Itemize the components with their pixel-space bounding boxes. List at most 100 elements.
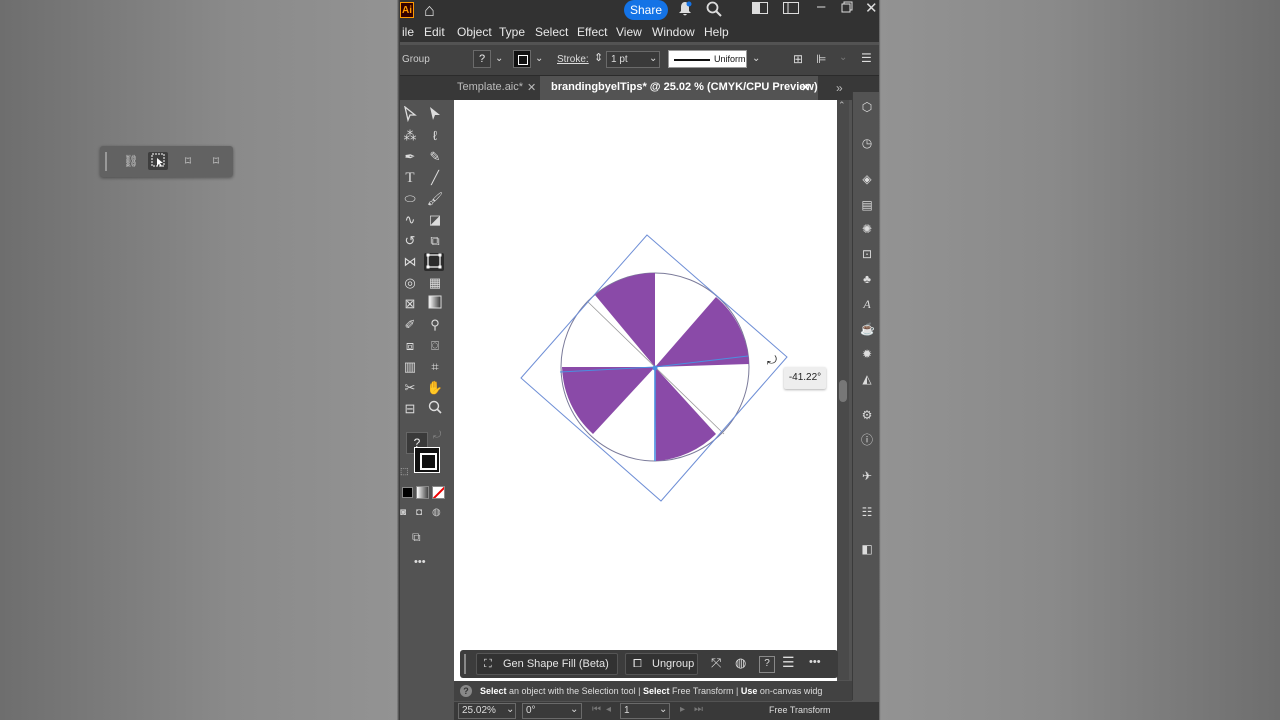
- symbol-sprayer-tool-icon[interactable]: ⌼: [425, 337, 445, 355]
- next-artboard-icon[interactable]: ▸: [680, 704, 685, 715]
- brushes-icon[interactable]: ✺: [860, 222, 874, 236]
- menu-object[interactable]: Object: [457, 25, 492, 39]
- menu-edit[interactable]: Edit: [424, 25, 445, 39]
- task-bar-grip[interactable]: [464, 654, 466, 674]
- task-bar-help-icon[interactable]: ?: [759, 656, 775, 673]
- zoom-dropdown-icon[interactable]: ⌄: [506, 704, 514, 715]
- draw-inside-icon[interactable]: ◍: [432, 507, 441, 518]
- eyedropper-tool-icon[interactable]: ✐: [400, 316, 420, 334]
- arrange-documents-icon[interactable]: [752, 1, 768, 18]
- screen-mode-icon[interactable]: ⧉: [412, 530, 421, 545]
- menu-file[interactable]: ile: [402, 25, 414, 39]
- ungroup-button[interactable]: ⧠ Ungroup: [625, 653, 698, 675]
- profile-dropdown-icon[interactable]: ⌄: [752, 53, 760, 64]
- artboard-dropdown-icon[interactable]: ⌄: [659, 704, 667, 715]
- first-artboard-icon[interactable]: ⏮: [592, 704, 601, 715]
- type-tool-icon[interactable]: T: [400, 169, 420, 187]
- width-tool-icon[interactable]: ⋈: [400, 253, 420, 271]
- tab-template[interactable]: Template.aic*: [457, 81, 523, 93]
- home-icon[interactable]: ⌂: [424, 0, 435, 21]
- tab-template-close-icon[interactable]: ✕: [527, 81, 536, 94]
- stroke-label[interactable]: Stroke:: [557, 54, 589, 65]
- free-distort-icon[interactable]: ⌑: [206, 152, 226, 170]
- vertical-scrollbar[interactable]: ⌃: [837, 100, 849, 680]
- tab-brandingbyeltips[interactable]: brandingbyelTips* @ 25.02 % (CMYK/CPU Pr…: [551, 81, 818, 93]
- rotate-tool-icon[interactable]: ↺: [400, 232, 420, 250]
- ellipse-tool-icon[interactable]: ⬭: [400, 190, 420, 208]
- scroll-thumb[interactable]: [839, 380, 847, 402]
- slice-tool-icon[interactable]: ✂: [400, 379, 420, 397]
- artwork-svg[interactable]: ⤾: [455, 100, 838, 520]
- recolor-icon[interactable]: ◍: [735, 655, 746, 671]
- workspace-icon[interactable]: [783, 1, 799, 18]
- task-bar-more-icon[interactable]: •••: [809, 656, 821, 668]
- color-mode-icon[interactable]: [402, 487, 413, 498]
- transparency-icon[interactable]: ◧: [860, 542, 874, 556]
- mesh-tool-icon[interactable]: ⊠: [400, 295, 420, 313]
- 3d-materials-icon[interactable]: ⬡: [860, 100, 874, 114]
- graphic-styles-icon[interactable]: ☕: [860, 322, 875, 336]
- stroke-color-swatch[interactable]: [414, 447, 440, 473]
- variable-width-profile[interactable]: Uniform: [668, 50, 747, 68]
- widget-grip[interactable]: [105, 152, 107, 171]
- menu-effect[interactable]: Effect: [577, 25, 607, 39]
- gen-shape-fill-button[interactable]: ⛶ Gen Shape Fill (Beta): [476, 653, 618, 675]
- direct-selection-tool-icon[interactable]: [400, 105, 420, 124]
- default-colors-icon[interactable]: ⬚: [400, 466, 409, 477]
- free-transform-mode-icon[interactable]: [148, 152, 168, 170]
- perspective-grid-tool-icon[interactable]: ▦: [425, 274, 445, 292]
- hint-help-icon[interactable]: ?: [460, 685, 472, 697]
- shape-builder-tool-icon[interactable]: ◎: [400, 274, 420, 292]
- shaper-tool-icon[interactable]: ∿: [400, 211, 420, 229]
- column-graph-tool-icon[interactable]: ▥: [400, 358, 420, 376]
- character-icon[interactable]: A: [860, 297, 874, 311]
- swatches-icon[interactable]: ⊡: [860, 247, 874, 261]
- menu-window[interactable]: Window: [652, 25, 695, 39]
- magic-wand-tool-icon[interactable]: ⁂: [400, 127, 420, 145]
- hand-tool-icon[interactable]: ✋: [425, 379, 445, 397]
- search-icon[interactable]: [706, 1, 722, 21]
- appearance-icon[interactable]: ✹: [860, 347, 874, 361]
- gradient-panel-icon[interactable]: ◭: [860, 372, 874, 386]
- restore-icon[interactable]: [841, 0, 853, 17]
- perspective-distort-icon[interactable]: ⌑: [178, 152, 198, 170]
- fill-dropdown-icon[interactable]: ⌄: [495, 53, 503, 64]
- rotate-view-dropdown-icon[interactable]: ⌄: [570, 704, 578, 715]
- scroll-up-icon[interactable]: ⌃: [838, 100, 846, 111]
- align-icon[interactable]: ⊞: [793, 52, 803, 66]
- stroke-swatch[interactable]: [513, 50, 531, 68]
- task-bar-options-icon[interactable]: ☰: [782, 654, 795, 671]
- history-icon[interactable]: ◷: [860, 136, 874, 150]
- pen-tool-icon[interactable]: ✒: [400, 148, 420, 166]
- edit-toolbar-icon[interactable]: •••: [414, 556, 426, 568]
- draw-normal-icon[interactable]: ◙: [400, 507, 406, 518]
- reference-point[interactable]: [652, 365, 658, 371]
- free-transform-tool-icon[interactable]: [424, 253, 444, 271]
- fill-swatch[interactable]: ?: [473, 50, 491, 68]
- menu-type[interactable]: Type: [499, 25, 525, 39]
- menu-help[interactable]: Help: [704, 25, 729, 39]
- close-icon[interactable]: ✕: [865, 0, 878, 17]
- stroke-weight-dropdown-icon[interactable]: ⌄: [649, 53, 657, 64]
- asset-export-icon[interactable]: ✈: [860, 469, 874, 483]
- prev-artboard-icon[interactable]: ◂: [606, 704, 611, 715]
- tab-brandingbyeltips-close-icon[interactable]: ✕: [801, 81, 810, 94]
- distribute-icon[interactable]: ⊫: [816, 52, 826, 66]
- gradient-tool-icon[interactable]: [425, 295, 445, 313]
- zoom-tool-icon[interactable]: [425, 400, 445, 418]
- info-icon[interactable]: ⓘ: [860, 433, 874, 447]
- distribute-dropdown-icon[interactable]: ⌄: [839, 52, 847, 63]
- eyedropper-alt-tool-icon[interactable]: ⚲: [425, 316, 445, 334]
- draw-behind-icon[interactable]: ◘: [416, 507, 422, 518]
- print-tiling-tool-icon[interactable]: ⊟: [400, 400, 420, 418]
- scale-tool-icon[interactable]: ⧉: [425, 232, 445, 250]
- paintbrush-tool-icon[interactable]: 🖌: [425, 190, 445, 208]
- lasso-tool-icon[interactable]: ℓ: [425, 127, 445, 145]
- minimize-icon[interactable]: –: [817, 0, 825, 15]
- adjust-icon[interactable]: ☷: [860, 505, 874, 519]
- last-artboard-icon[interactable]: ⏭: [694, 704, 703, 715]
- menu-view[interactable]: View: [616, 25, 642, 39]
- gradient-mode-icon[interactable]: [416, 486, 429, 499]
- constrain-icon[interactable]: ⛓: [121, 152, 141, 170]
- curvature-tool-icon[interactable]: ✎: [425, 148, 445, 166]
